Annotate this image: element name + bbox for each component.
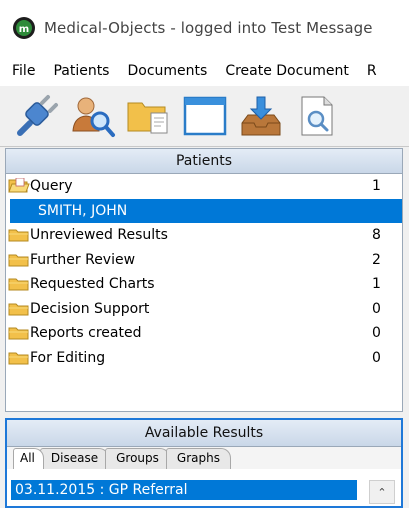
folder-icon — [8, 327, 29, 340]
list-item-label: Requested Charts — [30, 276, 155, 293]
download-button[interactable] — [234, 90, 288, 142]
folder-icon — [8, 303, 29, 316]
menu-bar: File Patients Documents Create Document … — [0, 56, 409, 86]
title-bar: m Medical-Objects - logged into Test Mes… — [0, 0, 409, 56]
toolbar — [0, 86, 409, 147]
list-item-for-editing[interactable]: For Editing 0 — [6, 346, 402, 371]
list-item-label: For Editing — [30, 349, 106, 366]
folder-icon — [8, 278, 29, 291]
folder-icon — [8, 352, 29, 365]
scroll-up-button[interactable]: ⌃ — [369, 480, 395, 504]
connect-button[interactable] — [10, 90, 64, 142]
menu-patients[interactable]: Patients — [44, 63, 118, 79]
tab-groups[interactable]: Groups — [105, 448, 170, 469]
list-item-count: 2 — [372, 251, 381, 268]
folder-document-icon — [127, 102, 168, 134]
window-icon — [183, 96, 227, 136]
list-item-count: 1 — [372, 178, 381, 195]
list-item-reports-created[interactable]: Reports created 0 — [6, 321, 402, 346]
menu-create-document[interactable]: Create Document — [216, 63, 358, 79]
open-folder-icon — [8, 178, 30, 193]
menu-file[interactable]: File — [0, 63, 44, 79]
open-folder-button[interactable] — [122, 90, 176, 142]
chevron-up-icon: ⌃ — [377, 485, 387, 499]
list-item-count: 1 — [372, 276, 381, 293]
find-patient-icon — [72, 97, 115, 137]
patients-list: Query 1 SMITH, JOHN Unreviewed Results 8… — [6, 174, 402, 370]
list-item-count: 8 — [372, 227, 381, 244]
available-results-panel: Available Results All Disease Groups Gra… — [5, 418, 403, 508]
list-item-label: Reports created — [30, 325, 142, 342]
svg-text:m: m — [19, 24, 29, 35]
list-item-count: 0 — [372, 300, 381, 317]
tab-graphs[interactable]: Graphs — [165, 448, 231, 469]
list-item-unreviewed-results[interactable]: Unreviewed Results 8 — [6, 223, 402, 248]
list-item-requested-charts[interactable]: Requested Charts 1 — [6, 272, 402, 297]
available-results-header: Available Results — [7, 420, 401, 447]
find-patient-button[interactable] — [66, 90, 120, 142]
list-item-label: Unreviewed Results — [30, 227, 168, 244]
menu-documents[interactable]: Documents — [118, 63, 216, 79]
list-item-decision-support[interactable]: Decision Support 0 — [6, 297, 402, 322]
list-item-label: Further Review — [30, 251, 136, 268]
search-document-button[interactable] — [290, 90, 344, 142]
patients-header: Patients — [6, 149, 402, 174]
list-item-query[interactable]: Query 1 — [6, 174, 402, 199]
app-logo-icon: m — [13, 17, 35, 39]
download-tray-icon — [241, 96, 281, 136]
list-item-patient-selected[interactable]: SMITH, JOHN — [10, 198, 402, 223]
window-title: Medical-Objects - logged into Test Messa… — [44, 19, 373, 37]
patients-panel: Patients Query 1 SMITH, JOHN Unreviewed … — [5, 148, 403, 412]
list-item-further-review[interactable]: Further Review 2 — [6, 248, 402, 273]
list-item-count: 0 — [372, 325, 381, 342]
list-item-label: SMITH, JOHN — [38, 202, 128, 219]
document-search-icon — [301, 96, 333, 136]
list-item-label: Decision Support — [30, 300, 150, 317]
results-tabs: All Disease Groups Graphs — [7, 447, 401, 469]
window-edge — [403, 148, 409, 508]
result-item-selected[interactable]: 03.11.2015 : GP Referral — [11, 480, 357, 500]
tab-all[interactable]: All — [13, 448, 44, 469]
list-item-count: 0 — [372, 349, 381, 366]
folder-icon — [8, 254, 29, 267]
tab-disease[interactable]: Disease — [39, 448, 110, 469]
list-item-label: Query — [30, 178, 73, 195]
window-button[interactable] — [178, 90, 232, 142]
menu-r[interactable]: R — [358, 63, 386, 79]
folder-icon — [8, 229, 29, 242]
plug-icon — [17, 95, 58, 136]
